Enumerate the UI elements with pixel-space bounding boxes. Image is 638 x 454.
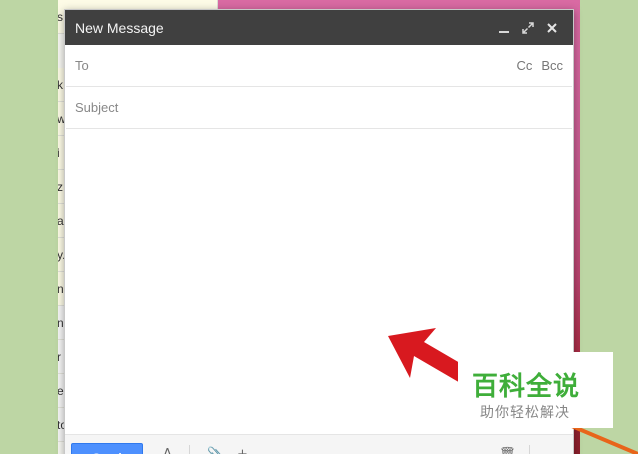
attach-icon[interactable]: 📎 xyxy=(207,447,223,454)
send-button[interactable]: Send xyxy=(71,443,143,454)
formatting-icon[interactable]: A xyxy=(163,447,172,454)
compose-title: New Message xyxy=(75,19,164,36)
list-item-text: k xyxy=(58,78,63,92)
subject-field[interactable] xyxy=(75,87,563,128)
minimize-icon[interactable] xyxy=(493,17,515,39)
compose-header[interactable]: New Message xyxy=(65,10,573,45)
insert-more-icon[interactable]: + xyxy=(237,447,248,454)
popout-icon[interactable] xyxy=(517,17,539,39)
list-item-text: z xyxy=(58,180,63,194)
list-item-text: n xyxy=(58,282,64,296)
list-item-text: n xyxy=(58,316,64,330)
toolbar-divider xyxy=(529,445,530,454)
to-field[interactable] xyxy=(75,45,508,86)
cc-link[interactable]: Cc xyxy=(516,58,532,73)
toolbar-divider xyxy=(189,445,190,454)
compose-toolbar: Send A 📎 + 🗑 xyxy=(65,434,573,454)
list-item-text: a xyxy=(58,214,64,228)
watermark-logo: 百科全说 助你轻松解决 xyxy=(458,352,613,428)
watermark-title: 百科全说 xyxy=(472,372,581,402)
to-row: Cc Bcc xyxy=(66,45,572,87)
watermark-subtitle: 助你轻松解决 xyxy=(480,405,570,421)
bcc-link[interactable]: Bcc xyxy=(541,58,563,73)
close-icon[interactable] xyxy=(541,17,563,39)
subject-row xyxy=(66,87,572,129)
list-item-text: r xyxy=(58,350,61,364)
list-item-text: s xyxy=(58,10,63,24)
list-item-text: e xyxy=(58,384,64,398)
trash-icon[interactable]: 🗑 xyxy=(499,447,516,454)
list-item-text: i xyxy=(58,146,60,160)
